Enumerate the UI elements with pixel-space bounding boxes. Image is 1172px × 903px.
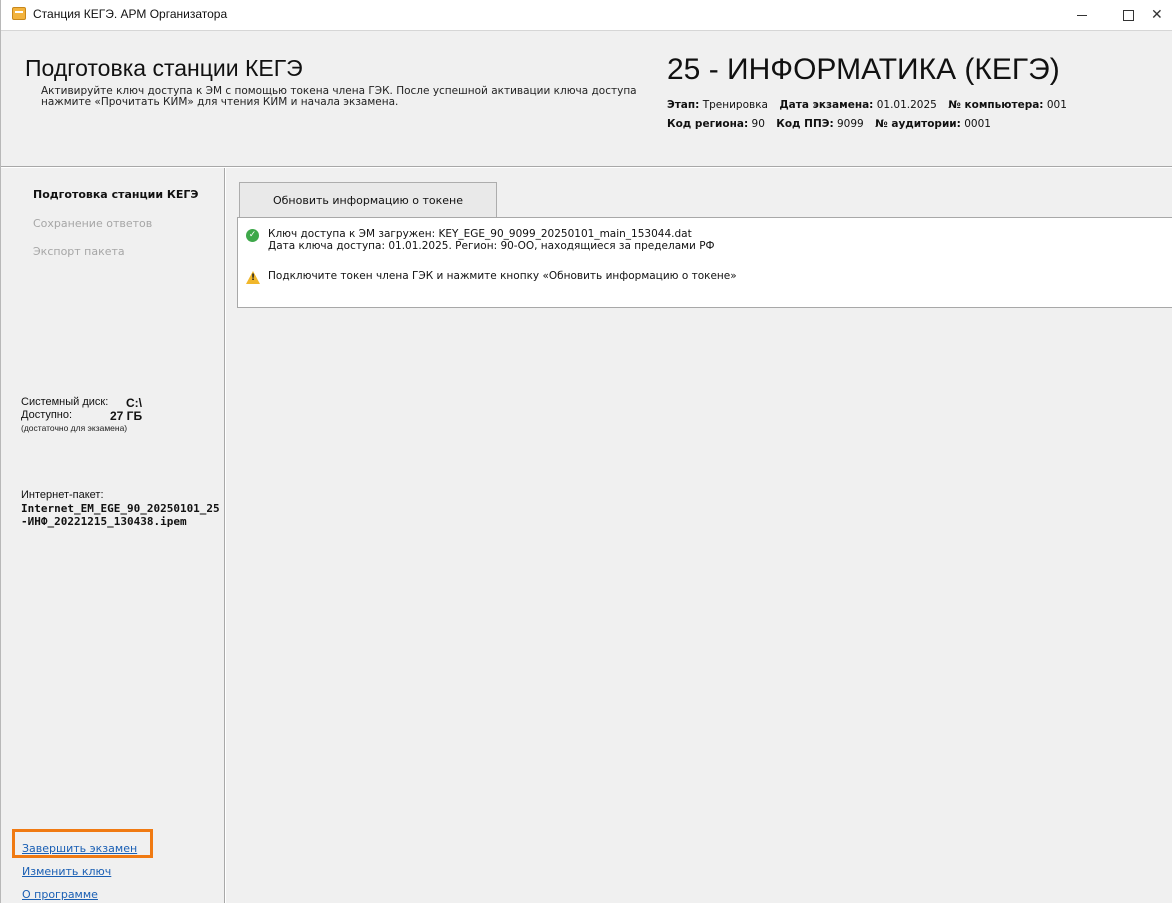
- status-message-connect-token: ! Подключите токен члена ГЭК и нажмите к…: [246, 270, 737, 284]
- page-description: Активируйте ключ доступа к ЭМ с помощью …: [41, 85, 637, 108]
- computer-number-label: № компьютера:: [948, 99, 1044, 111]
- refresh-token-info-button[interactable]: Обновить информацию о токене: [239, 182, 497, 218]
- disk-space-note: (достаточно для экзамена): [21, 423, 128, 433]
- sidebar-item-station-preparation[interactable]: Подготовка станции КЕГЭ: [33, 188, 198, 201]
- room-number-value: 0001: [964, 118, 991, 130]
- exam-meta-row-2: Код региона: 90 Код ППЭ: 9099 № аудитори…: [667, 118, 999, 130]
- exam-date-label: Дата экзамена:: [779, 99, 874, 111]
- check-circle-icon: ✓: [246, 229, 259, 242]
- available-space-label: Доступно:: [21, 409, 73, 421]
- system-disk-label: Системный диск:: [21, 396, 109, 408]
- app-window: Станция КЕГЭ. АРМ Организатора ✕ Подгото…: [0, 0, 1172, 903]
- ppe-code-value: 9099: [837, 118, 864, 130]
- maximize-button[interactable]: [1105, 0, 1151, 30]
- exam-date-value: 01.01.2025: [876, 99, 937, 111]
- region-code-label: Код региона:: [667, 118, 749, 130]
- window-title: Станция КЕГЭ. АРМ Организатора: [33, 7, 228, 21]
- close-icon: ✕: [1151, 7, 1163, 23]
- stage-value: Тренировка: [702, 99, 768, 111]
- key-loaded-text: Ключ доступа к ЭМ загружен: KEY_EGE_90_9…: [268, 228, 692, 240]
- subject-title: 25 - ИНФОРМАТИКА (КЕГЭ): [667, 53, 1060, 86]
- page-header: Подготовка станции КЕГЭ Активируйте ключ…: [1, 31, 1172, 167]
- close-button[interactable]: ✕: [1151, 0, 1172, 30]
- maximize-icon: [1122, 9, 1134, 21]
- key-date-region-text: Дата ключа доступа: 01.01.2025. Регион: …: [268, 240, 715, 252]
- minimize-icon: [1077, 14, 1087, 16]
- warning-icon: !: [246, 271, 260, 284]
- title-bar: Станция КЕГЭ. АРМ Организатора ✕: [1, 0, 1172, 31]
- computer-number-value: 001: [1046, 99, 1067, 111]
- status-message-key-loaded: ✓ Ключ доступа к ЭМ загружен: KEY_EGE_90…: [246, 228, 715, 252]
- finish-exam-link[interactable]: Завершить экзамен: [22, 842, 137, 855]
- sidebar: Подготовка станции КЕГЭ Сохранение ответ…: [1, 168, 225, 903]
- token-status-panel: ✓ Ключ доступа к ЭМ загружен: KEY_EGE_90…: [237, 217, 1172, 308]
- disk-info: Системный диск: C:\ Доступно: 27 ГБ (дос…: [21, 396, 161, 433]
- stage-label: Этап:: [667, 99, 700, 111]
- ppe-code-label: Код ППЭ:: [776, 118, 834, 130]
- main-content: Обновить информацию о токене ✓ Ключ дост…: [226, 168, 1172, 903]
- sidebar-item-export-package: Экспорт пакета: [33, 245, 125, 258]
- connect-token-text: Подключите токен члена ГЭК и нажмите кно…: [268, 270, 737, 282]
- page-title: Подготовка станции КЕГЭ: [25, 55, 303, 81]
- internet-package-info: Интернет-пакет: Internet_EM_EGE_90_20250…: [21, 489, 221, 528]
- app-icon: [12, 7, 26, 20]
- system-disk-value: C:\: [126, 396, 142, 410]
- region-code-value: 90: [751, 118, 765, 130]
- exam-meta-row-1: Этап: Тренировка Дата экзамена: 01.01.20…: [667, 99, 1075, 111]
- sidebar-item-save-answers: Сохранение ответов: [33, 217, 153, 230]
- internet-package-name: Internet_EM_EGE_90_20250101_25-ИНФ_20221…: [21, 502, 220, 528]
- minimize-button[interactable]: [1059, 0, 1105, 30]
- about-link[interactable]: О программе: [22, 888, 98, 901]
- room-number-label: № аудитории:: [875, 118, 961, 130]
- change-key-link[interactable]: Изменить ключ: [22, 865, 111, 878]
- available-space-value: 27 ГБ: [110, 409, 143, 423]
- internet-package-label: Интернет-пакет:: [21, 489, 104, 501]
